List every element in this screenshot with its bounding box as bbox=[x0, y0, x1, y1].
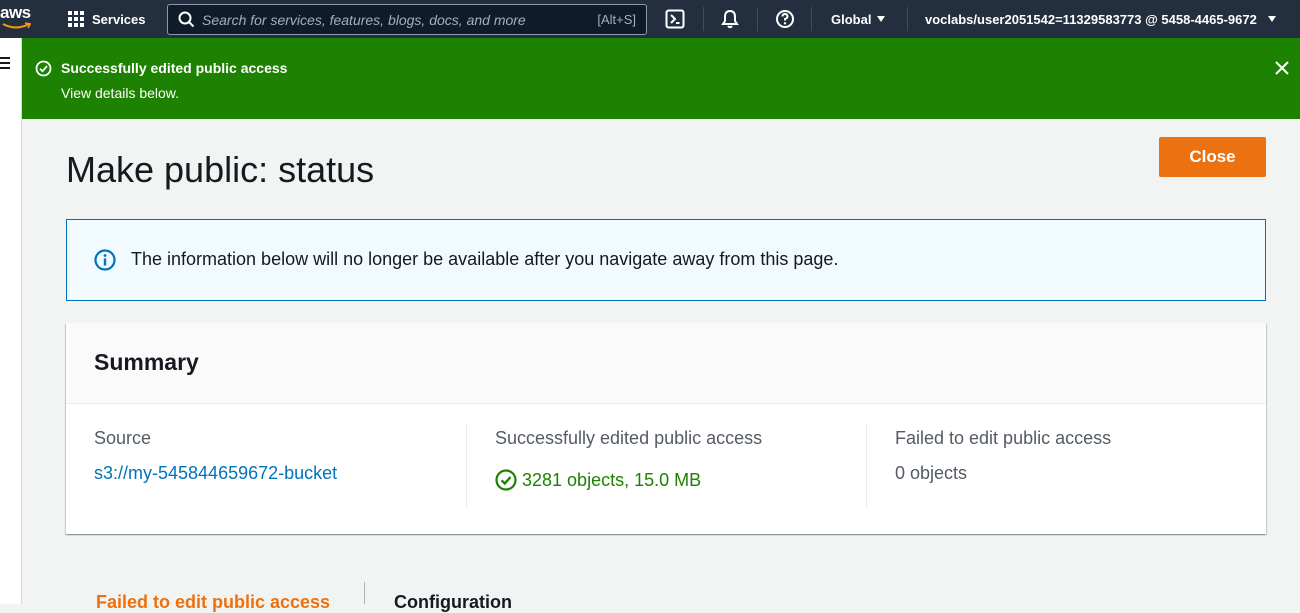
summary-heading: Summary bbox=[94, 349, 199, 375]
caret-down-icon bbox=[877, 16, 886, 22]
region-label: Global bbox=[831, 11, 872, 27]
flash-subtitle: View details below. bbox=[61, 85, 180, 101]
info-alert: The information below will no longer be … bbox=[66, 219, 1266, 301]
tab-failed-to-edit[interactable]: Failed to edit public access bbox=[96, 592, 330, 613]
services-menu-button[interactable]: Services bbox=[68, 0, 146, 38]
success-label: Successfully edited public access bbox=[495, 428, 763, 448]
search-input[interactable] bbox=[202, 5, 572, 34]
summary-panel: Summary Source s3://my-545844659672-buck… bbox=[66, 323, 1266, 534]
source-bucket-link[interactable]: s3://my-545844659672-bucket bbox=[94, 463, 337, 484]
failed-count: 0 objects bbox=[895, 463, 968, 483]
result-tabs: Failed to edit public access Configurati… bbox=[66, 582, 1266, 612]
help-icon[interactable] bbox=[775, 9, 795, 29]
summary-source-column: Source s3://my-545844659672-bucket bbox=[94, 424, 464, 508]
region-selector[interactable]: Global bbox=[831, 0, 886, 38]
left-rail bbox=[0, 38, 22, 604]
column-divider bbox=[866, 424, 867, 508]
caret-down-icon bbox=[1267, 16, 1276, 22]
success-count: 3281 objects, 15.0 MB bbox=[522, 469, 702, 490]
hamburger-menu-icon[interactable] bbox=[0, 57, 10, 72]
nav-divider bbox=[811, 7, 812, 31]
source-label: Source bbox=[94, 428, 152, 448]
summary-failed-column: Failed to edit public access 0 objects bbox=[895, 424, 1255, 508]
nav-divider bbox=[703, 7, 704, 31]
search-icon bbox=[178, 11, 195, 28]
bell-icon[interactable] bbox=[720, 9, 740, 29]
aws-logo-text: aws bbox=[0, 3, 31, 22]
nav-divider bbox=[907, 7, 908, 31]
column-divider bbox=[466, 424, 467, 508]
info-message: The information below will no longer be … bbox=[131, 249, 839, 269]
close-button[interactable]: Close bbox=[1159, 137, 1266, 177]
summary-header: Summary bbox=[66, 323, 1266, 404]
account-label: voclabs/user2051542=11329583773 @ 5458-4… bbox=[925, 11, 1257, 27]
account-menu[interactable]: voclabs/user2051542=11329583773 @ 5458-4… bbox=[925, 0, 1276, 38]
aws-logo[interactable]: aws bbox=[0, 0, 40, 38]
success-value: 3281 objects, 15.0 MB bbox=[495, 469, 701, 491]
page-title: Make public: status bbox=[66, 149, 375, 190]
check-circle-icon bbox=[495, 469, 517, 491]
aws-smile-icon bbox=[2, 22, 32, 29]
services-label: Services bbox=[92, 11, 146, 27]
search-shortcut-hint: [Alt+S] bbox=[597, 12, 636, 27]
search-bar[interactable]: [Alt+S] bbox=[167, 4, 647, 35]
tab-configuration[interactable]: Configuration bbox=[394, 592, 512, 613]
info-icon bbox=[94, 249, 116, 271]
success-flash-banner: Successfully edited public access View d… bbox=[22, 38, 1300, 119]
flash-title: Successfully edited public access bbox=[61, 60, 288, 76]
top-navigation: aws Services [Alt+S] Global bbox=[0, 0, 1300, 38]
summary-success-column: Successfully edited public access 3281 o… bbox=[495, 424, 865, 508]
cloudshell-icon[interactable] bbox=[665, 9, 685, 29]
grid-icon bbox=[68, 11, 84, 27]
failed-label: Failed to edit public access bbox=[895, 428, 1112, 448]
check-circle-icon bbox=[35, 60, 52, 77]
tab-divider bbox=[364, 582, 365, 604]
close-icon[interactable] bbox=[1274, 60, 1290, 76]
nav-divider bbox=[757, 7, 758, 31]
